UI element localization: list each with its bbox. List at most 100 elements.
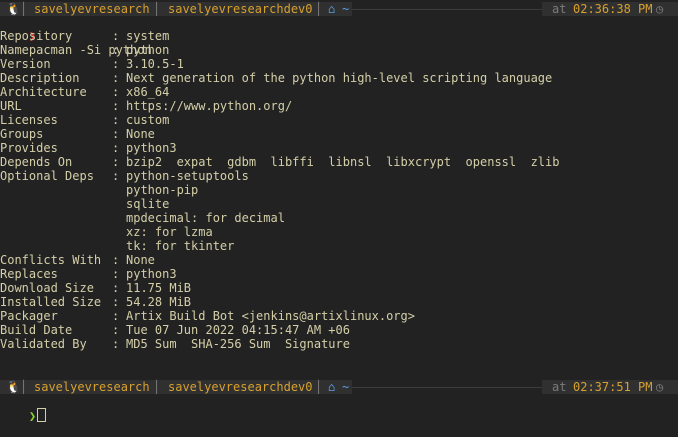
- home-icon: ⌂: [328, 380, 336, 394]
- prompt-host: savelyevresearchdev0: [168, 380, 313, 394]
- info-row: Provides: python3: [0, 141, 678, 155]
- command-line: ❯ pacman -Si python: [0, 15, 152, 57]
- info-key: Provides: [0, 141, 58, 155]
- info-separator: :: [112, 295, 120, 309]
- prompt-user: savelyevresearch: [34, 2, 150, 16]
- info-value: sqlite: [126, 197, 170, 211]
- info-separator: :: [112, 155, 120, 169]
- clock-icon: ◷: [656, 2, 664, 16]
- info-value: mpdecimal: for decimal: [126, 211, 285, 225]
- linux-tux-icon: 🐧: [6, 380, 21, 394]
- info-value: 3.10.5-1: [126, 57, 184, 71]
- info-row: Build Date: Tue 07 Jun 2022 04:15:47 AM +…: [0, 323, 678, 337]
- info-key: Version: [0, 57, 51, 71]
- info-row: Packager: Artix Build Bot <jenkins@artixl…: [0, 309, 678, 323]
- info-row: Replaces: python3: [0, 267, 678, 281]
- info-value: x86_64: [126, 85, 170, 99]
- info-value: python3: [126, 267, 177, 281]
- prompt-time: 02:36:38 PM: [573, 2, 653, 16]
- info-row: Optional Deps: python-setuptools: [0, 169, 678, 183]
- info-value: custom: [126, 113, 170, 127]
- home-icon: ⌂: [328, 2, 336, 16]
- prompt-user: savelyevresearch: [34, 380, 150, 394]
- info-separator: :: [112, 57, 120, 71]
- info-separator: :: [112, 253, 120, 267]
- info-value: 11.75 MiB: [126, 281, 192, 295]
- info-separator: :: [112, 323, 120, 337]
- info-value: python3: [126, 141, 177, 155]
- time-prefix: at: [552, 2, 567, 16]
- info-separator: :: [112, 85, 120, 99]
- info-row: Installed Size:54.28 MiB: [0, 295, 678, 309]
- info-separator: :: [112, 113, 120, 127]
- info-separator: :: [112, 281, 120, 295]
- info-value: tk: for tkinter: [126, 239, 235, 253]
- info-key: Conflicts With: [0, 253, 102, 267]
- info-row: Architecture: x86_64: [0, 85, 678, 99]
- info-row: Repository: system: [0, 29, 678, 43]
- info-value: system: [126, 29, 170, 43]
- info-separator: :: [112, 169, 120, 183]
- info-row: python-pip: [0, 183, 678, 197]
- info-key: Name: [0, 43, 29, 57]
- info-key: Groups: [0, 127, 44, 141]
- info-separator: :: [112, 309, 120, 323]
- info-value: None: [126, 127, 155, 141]
- info-row: URL: https://www.python.org/: [0, 99, 678, 113]
- info-key: Depends On: [0, 155, 73, 169]
- info-key: Description: [0, 71, 80, 85]
- time-prefix: at: [552, 380, 567, 394]
- info-key: Download Size: [0, 281, 94, 295]
- info-separator: :: [112, 29, 120, 43]
- clock-icon: ◷: [656, 380, 664, 394]
- info-row: Version:3.10.5-1: [0, 57, 678, 71]
- info-value: xz: for lzma: [126, 225, 213, 239]
- info-row: Description: Next generation of the pytho…: [0, 71, 678, 85]
- prompt-host: savelyevresearchdev0: [168, 2, 313, 16]
- info-row: tk: for tkinter: [0, 239, 678, 253]
- info-row: sqlite: [0, 197, 678, 211]
- info-key: URL: [0, 99, 22, 113]
- info-key: Licenses: [0, 113, 58, 127]
- prompt-dir: ~: [342, 380, 350, 394]
- info-value: MD5 Sum SHA-256 Sum Signature: [126, 337, 350, 351]
- info-key: Architecture: [0, 85, 87, 99]
- info-key: Installed Size: [0, 295, 102, 309]
- info-row: xz: for lzma: [0, 225, 678, 239]
- info-value: bzip2 expat gdbm libffi libnsl libxcrypt…: [126, 155, 560, 169]
- info-value: python: [126, 43, 170, 57]
- text-cursor[interactable]: [37, 408, 47, 422]
- linux-tux-icon: 🐧: [6, 2, 21, 16]
- prompt-dir: ~: [342, 2, 350, 16]
- info-separator: :: [112, 141, 120, 155]
- info-separator: :: [112, 71, 120, 85]
- info-row: Depends On: bzip2 expat gdbm libffi libns…: [0, 155, 678, 169]
- info-value: Tue 07 Jun 2022 04:15:47 AM +06: [126, 323, 350, 337]
- info-key: Validated By: [0, 337, 87, 351]
- info-row: mpdecimal: for decimal: [0, 211, 678, 225]
- info-row: Name: python: [0, 43, 678, 57]
- info-row: Licenses: custom: [0, 113, 678, 127]
- info-separator: :: [112, 267, 120, 281]
- info-separator: :: [112, 127, 120, 141]
- info-separator: :: [112, 43, 120, 57]
- info-value: https://www.python.org/: [126, 99, 293, 113]
- info-key: Replaces: [0, 267, 58, 281]
- info-value: python-setuptools: [126, 169, 249, 183]
- input-line[interactable]: ❯: [0, 394, 47, 423]
- terminal-window[interactable]: 🐧 │ savelyevresearch │ savelyevresearchd…: [0, 0, 678, 423]
- info-value: Artix Build Bot <jenkins@artixlinux.org>: [126, 309, 415, 323]
- prompt-time: 02:37:51 PM: [573, 380, 653, 394]
- info-value: None: [126, 253, 155, 267]
- info-value: Next generation of the python high-level…: [126, 71, 553, 85]
- info-row: Conflicts With: None: [0, 253, 678, 267]
- info-separator: :: [112, 337, 120, 351]
- prompt-bar: 🐧 │ savelyevresearch │ savelyevresearchd…: [0, 379, 678, 395]
- info-key: Repository: [0, 29, 73, 43]
- info-value: python-pip: [126, 183, 199, 197]
- info-row: Groups: None: [0, 127, 678, 141]
- info-separator: :: [112, 99, 120, 113]
- info-key: Packager: [0, 309, 58, 323]
- info-row: Download Size:11.75 MiB: [0, 281, 678, 295]
- info-key: Optional Deps: [0, 169, 94, 183]
